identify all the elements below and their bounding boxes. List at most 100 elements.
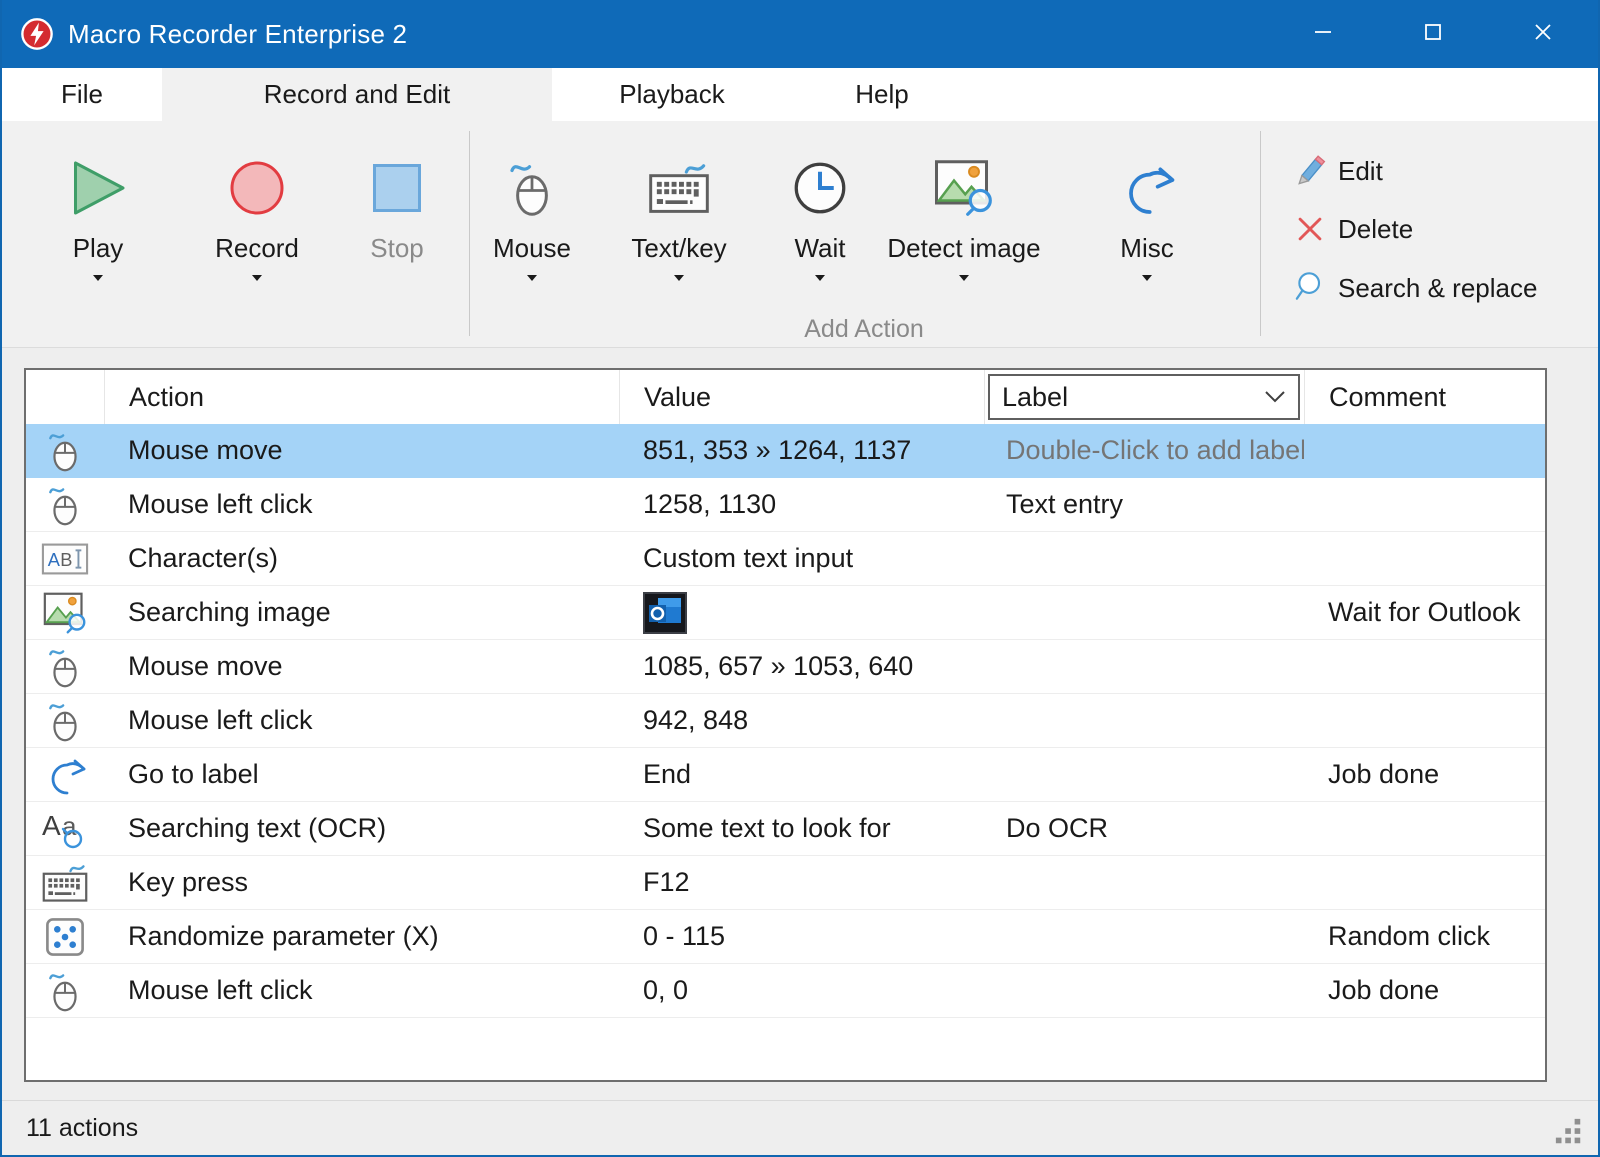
- row-action: Character(s): [104, 532, 619, 585]
- pencil-icon: [1292, 153, 1328, 189]
- row-comment: Job done: [1304, 748, 1545, 801]
- row-action: Mouse left click: [104, 478, 619, 531]
- table-row[interactable]: Mouse move 851, 353 » 1264, 1137 Double-…: [26, 424, 1545, 478]
- row-label[interactable]: [984, 532, 1304, 585]
- add-misc-action-button[interactable]: Misc: [1087, 157, 1207, 281]
- mouse-icon: [41, 483, 89, 527]
- row-label[interactable]: [984, 856, 1304, 909]
- row-value: 851, 353 » 1264, 1137: [619, 424, 984, 477]
- row-label[interactable]: [984, 640, 1304, 693]
- keyboard-icon: [619, 157, 739, 219]
- tab-playback[interactable]: Playback: [552, 68, 792, 121]
- add-textkey-action-button[interactable]: Text/key: [619, 157, 739, 281]
- mouse-icon: [41, 645, 89, 689]
- search-replace-button[interactable]: Search & replace: [1292, 266, 1537, 310]
- row-label[interactable]: Do OCR: [984, 802, 1304, 855]
- row-label[interactable]: [984, 964, 1304, 1017]
- row-action: Mouse left click: [104, 964, 619, 1017]
- row-label[interactable]: [984, 748, 1304, 801]
- goto-arrow-icon: [1087, 157, 1207, 219]
- chevron-down-icon: [1264, 390, 1286, 404]
- row-comment: [1304, 856, 1545, 909]
- ribbon-separator: [469, 131, 470, 336]
- add-mouse-action-button[interactable]: Mouse: [472, 157, 592, 281]
- row-icon-cell: AB: [26, 532, 104, 585]
- tab-help[interactable]: Help: [792, 68, 972, 121]
- row-action: Mouse left click: [104, 694, 619, 747]
- mouse-dropdown-arrow-icon[interactable]: [527, 275, 537, 281]
- textkey-dropdown-arrow-icon[interactable]: [674, 275, 684, 281]
- table-row[interactable]: Mouse left click 942, 848: [26, 694, 1545, 748]
- record-dropdown-arrow-icon[interactable]: [252, 275, 262, 281]
- row-icon-cell: [26, 748, 104, 801]
- delete-x-icon: [1292, 211, 1328, 247]
- table-header: Action Value Label Comment: [26, 370, 1545, 424]
- dice-icon: [41, 915, 89, 959]
- row-value: [619, 586, 984, 639]
- delete-button[interactable]: Delete: [1292, 207, 1413, 251]
- goto-icon: [41, 753, 89, 797]
- table-row[interactable]: Mouse left click 1258, 1130 Text entry: [26, 478, 1545, 532]
- row-action: Key press: [104, 856, 619, 909]
- column-header-value[interactable]: Value: [619, 370, 984, 424]
- ribbon: Play Record Stop Mouse Text/key Wait: [2, 121, 1598, 348]
- tab-record-and-edit[interactable]: Record and Edit: [162, 68, 552, 121]
- clock-icon: [760, 157, 880, 219]
- table-row[interactable]: Randomize parameter (X) 0 - 115 Random c…: [26, 910, 1545, 964]
- add-detect-image-action-button[interactable]: Detect image: [879, 157, 1049, 281]
- outlook-logo-thumbnail: [643, 592, 687, 634]
- row-comment: [1304, 640, 1545, 693]
- edit-button[interactable]: Edit: [1292, 149, 1383, 193]
- record-button[interactable]: Record: [192, 157, 322, 281]
- row-action: Randomize parameter (X): [104, 910, 619, 963]
- add-wait-action-button[interactable]: Wait: [760, 157, 880, 281]
- image-search-icon: [879, 157, 1049, 219]
- row-value: 0, 0: [619, 964, 984, 1017]
- row-label[interactable]: Double-Click to add label: [984, 424, 1304, 477]
- table-row[interactable]: Aa Searching text (OCR) Some text to loo…: [26, 802, 1545, 856]
- row-icon-cell: [26, 424, 104, 477]
- row-value: F12: [619, 856, 984, 909]
- table-row[interactable]: AB Character(s) Custom text input: [26, 532, 1545, 586]
- row-label[interactable]: [984, 586, 1304, 639]
- row-action: Searching text (OCR): [104, 802, 619, 855]
- resize-grip[interactable]: [1554, 1117, 1584, 1147]
- table-row[interactable]: Mouse move 1085, 657 » 1053, 640: [26, 640, 1545, 694]
- mouse-icon: [472, 157, 592, 219]
- tab-file[interactable]: File: [2, 68, 162, 121]
- row-icon-cell: [26, 856, 104, 909]
- row-icon-cell: [26, 478, 104, 531]
- maximize-button[interactable]: [1378, 0, 1488, 68]
- maximize-icon: [1421, 20, 1445, 49]
- row-value: Some text to look for: [619, 802, 984, 855]
- row-comment: [1304, 424, 1545, 477]
- row-value: 1085, 657 » 1053, 640: [619, 640, 984, 693]
- play-button[interactable]: Play: [33, 157, 163, 281]
- row-label[interactable]: Text entry: [984, 478, 1304, 531]
- wait-dropdown-arrow-icon[interactable]: [815, 275, 825, 281]
- column-header-action[interactable]: Action: [104, 370, 619, 424]
- minimize-button[interactable]: [1268, 0, 1378, 68]
- table-row[interactable]: Key press F12: [26, 856, 1545, 910]
- play-dropdown-arrow-icon[interactable]: [93, 275, 103, 281]
- row-value: 0 - 115: [619, 910, 984, 963]
- row-icon-cell: [26, 964, 104, 1017]
- column-header-comment[interactable]: Comment: [1304, 370, 1545, 424]
- close-icon: [1531, 20, 1555, 49]
- row-value: 1258, 1130: [619, 478, 984, 531]
- label-filter-dropdown[interactable]: Label: [988, 374, 1300, 420]
- ribbon-separator: [1260, 131, 1261, 336]
- row-comment: [1304, 802, 1545, 855]
- column-header-icon[interactable]: [26, 370, 104, 424]
- close-button[interactable]: [1488, 0, 1598, 68]
- stop-icon: [332, 157, 462, 219]
- image-search-icon: [41, 591, 89, 635]
- detect-image-dropdown-arrow-icon[interactable]: [959, 275, 969, 281]
- table-row[interactable]: Go to label End Job done: [26, 748, 1545, 802]
- table-row[interactable]: Mouse left click 0, 0 Job done: [26, 964, 1545, 1018]
- row-label[interactable]: [984, 910, 1304, 963]
- row-action: Searching image: [104, 586, 619, 639]
- misc-dropdown-arrow-icon[interactable]: [1142, 275, 1152, 281]
- row-label[interactable]: [984, 694, 1304, 747]
- table-row[interactable]: Searching image Wait for Outlook: [26, 586, 1545, 640]
